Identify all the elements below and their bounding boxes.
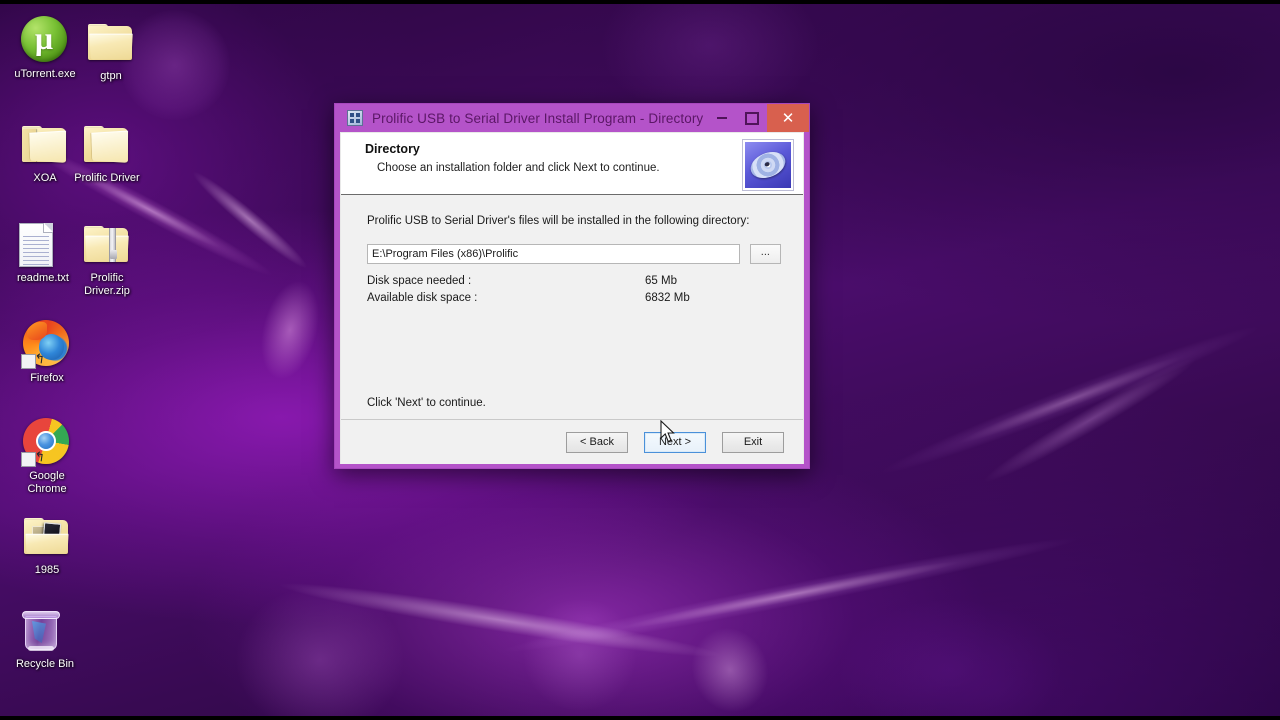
close-button[interactable]: ✕	[767, 104, 809, 132]
text-document-icon	[19, 220, 67, 268]
folder-icon	[87, 18, 135, 66]
install-directory-description: Prolific USB to Serial Driver's files wi…	[367, 215, 750, 227]
page-title: Directory	[365, 142, 420, 156]
installer-icon	[347, 110, 363, 126]
shortcut-arrow-icon	[21, 452, 36, 467]
window-title: Prolific USB to Serial Driver Install Pr…	[372, 110, 704, 126]
desktop-icon-1985[interactable]: 1985	[10, 512, 84, 577]
desktop-icon-readme-txt[interactable]: readme.txt	[6, 220, 80, 285]
desktop-icon-label: uTorrent.exe	[14, 68, 76, 80]
cd-disc-icon	[743, 140, 793, 190]
wizard-header: Directory Choose an installation folder …	[341, 133, 803, 195]
recycle-bin-icon	[21, 606, 69, 654]
desktop-icon-label: Google Chrome	[27, 470, 67, 495]
desktop-icon-label: Recycle Bin	[15, 658, 75, 670]
installer-window: Prolific USB to Serial Driver Install Pr…	[334, 103, 810, 469]
desktop-icon-google-chrome[interactable]: Google Chrome	[10, 418, 84, 495]
desktop-icon-label: XOA	[33, 172, 57, 184]
disk-space-available-label: Available disk space :	[367, 292, 478, 304]
chrome-icon	[21, 418, 71, 467]
firefox-icon	[21, 320, 71, 369]
disk-space-needed-label: Disk space needed :	[367, 275, 472, 287]
next-hint-text: Click 'Next' to continue.	[367, 397, 486, 409]
browse-button[interactable]: ...	[749, 244, 781, 264]
install-path-input[interactable]	[367, 244, 740, 264]
window-client-area: Directory Choose an installation folder …	[340, 132, 804, 464]
maximize-button[interactable]	[737, 104, 767, 132]
desktop-icon-label: Prolific Driver.zip	[84, 272, 130, 297]
desktop-icon-label: Prolific Driver	[74, 172, 140, 184]
directory-row: ...	[367, 244, 781, 264]
shortcut-arrow-icon	[21, 354, 36, 369]
desktop-icon-label: readme.txt	[17, 272, 69, 284]
next-button[interactable]: Next >	[644, 431, 706, 453]
zip-folder-icon	[83, 220, 131, 268]
letterbox-top	[0, 0, 1280, 4]
minimize-button[interactable]	[707, 104, 737, 132]
desktop-icon-utorrent[interactable]: uTorrent.exe	[8, 16, 82, 81]
disk-space-needed-row: Disk space needed : 65 Mb	[367, 275, 781, 287]
window-controls: ✕	[707, 104, 809, 132]
folder-open-icon	[21, 120, 69, 168]
desktop-icon-prolific-driver[interactable]: Prolific Driver	[70, 120, 144, 185]
letterbox-bottom	[0, 716, 1280, 720]
close-icon: ✕	[781, 108, 795, 127]
desktop-icon-label: 1985	[34, 564, 60, 576]
utorrent-icon	[21, 16, 69, 64]
window-titlebar[interactable]: Prolific USB to Serial Driver Install Pr…	[335, 104, 809, 132]
wizard-footer: < Back Next > Exit	[341, 419, 803, 464]
photo-folder-icon	[23, 512, 71, 560]
page-subtitle: Choose an installation folder and click …	[377, 162, 660, 174]
disk-space-needed-value: 65 Mb	[645, 275, 677, 287]
desktop-icon-label: Firefox	[30, 372, 64, 384]
folder-open-icon	[83, 120, 131, 168]
wizard-body: Prolific USB to Serial Driver's files wi…	[341, 195, 803, 419]
exit-button[interactable]: Exit	[722, 431, 784, 453]
desktop-icon-recycle-bin[interactable]: Recycle Bin	[8, 606, 82, 671]
back-button[interactable]: < Back	[566, 431, 628, 453]
desktop-icon-prolific-driver-zip[interactable]: Prolific Driver.zip	[70, 220, 144, 297]
disk-space-available-value: 6832 Mb	[645, 292, 690, 304]
disk-space-available-row: Available disk space : 6832 Mb	[367, 292, 781, 304]
desktop-icon-firefox[interactable]: Firefox	[10, 320, 84, 385]
desktop-icon-label: gtpn	[100, 70, 122, 82]
desktop-icon-gtpn[interactable]: gtpn	[74, 18, 148, 83]
